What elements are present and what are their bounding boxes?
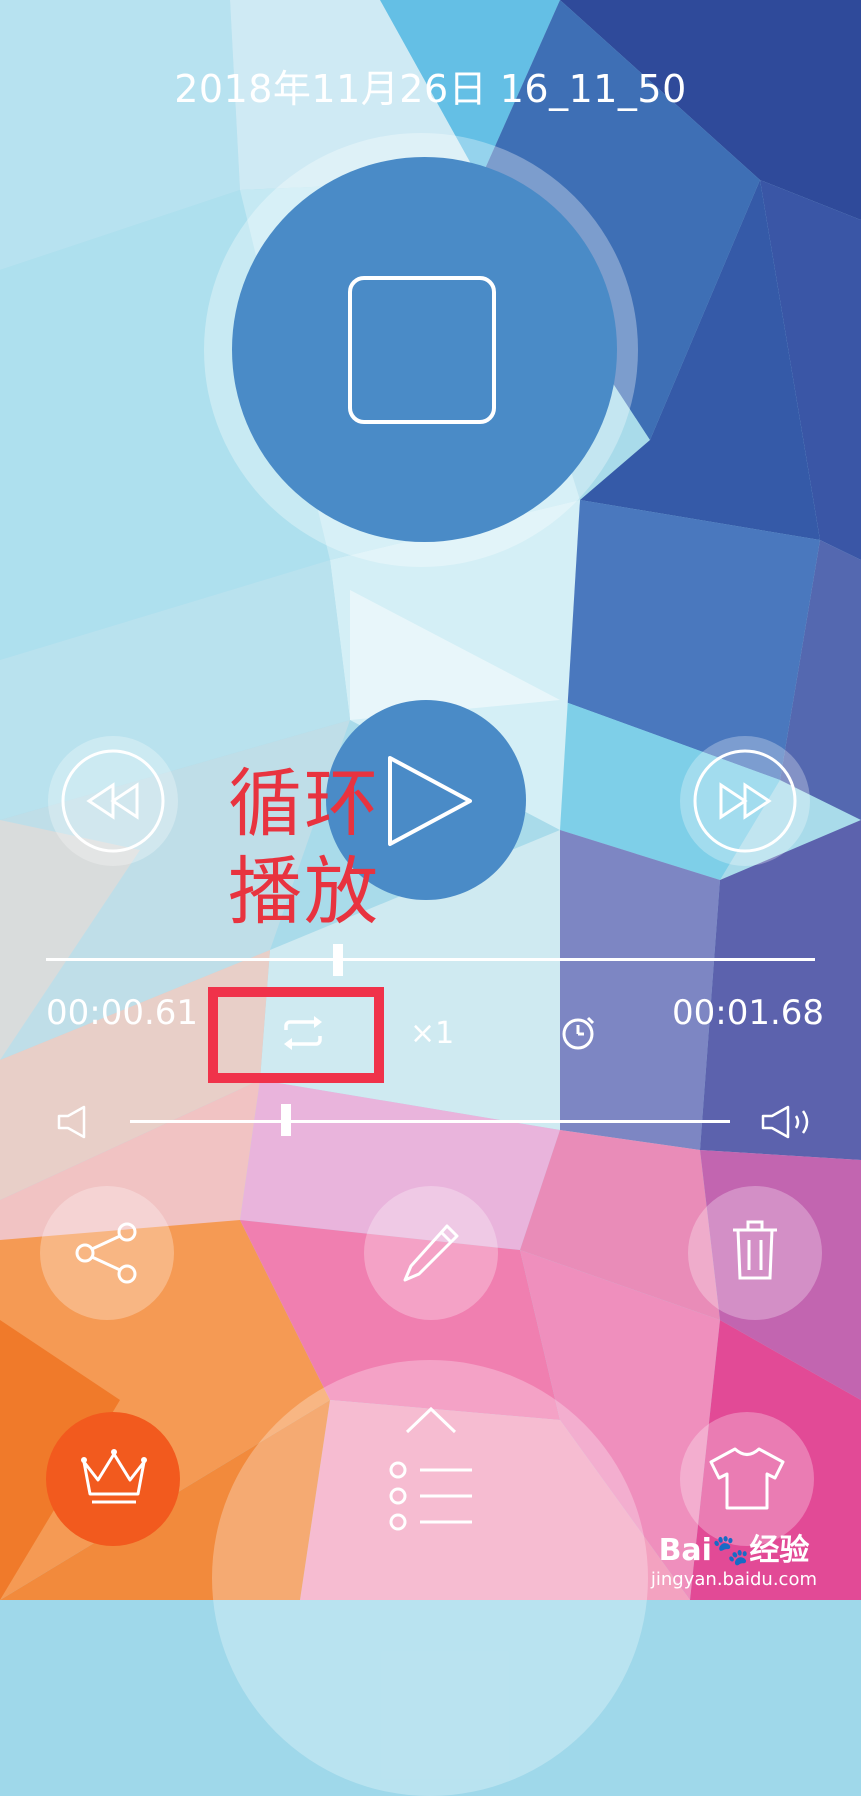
loop-highlight-box (208, 987, 384, 1083)
paw-icon: 🐾 (711, 1533, 750, 1568)
total-time: 00:01.68 (672, 993, 825, 1033)
speaker-low-icon[interactable] (56, 1105, 92, 1139)
vip-button[interactable] (46, 1412, 180, 1546)
progress-track[interactable] (46, 958, 815, 961)
volume-thumb[interactable] (281, 1104, 291, 1136)
play-icon (386, 755, 476, 847)
rewind-icon (59, 747, 167, 855)
volume-track[interactable] (130, 1120, 730, 1123)
pencil-icon (401, 1222, 461, 1284)
fast-forward-icon (691, 747, 799, 855)
stop-square-icon (347, 275, 497, 425)
list-menu-icon[interactable] (388, 1460, 474, 1532)
rewind-button[interactable] (48, 736, 178, 866)
chevron-up-icon[interactable] (404, 1405, 458, 1435)
watermark-url: jingyan.baidu.com (650, 1569, 817, 1590)
tshirt-icon (707, 1446, 787, 1512)
speaker-high-icon[interactable] (760, 1105, 816, 1139)
annotation-line-1: 循环 (228, 761, 380, 847)
share-icon (75, 1222, 139, 1284)
watermark-brand: Bai (658, 1533, 712, 1568)
forward-button[interactable] (680, 736, 810, 866)
timer-icon[interactable] (560, 1012, 596, 1052)
trash-icon (731, 1220, 779, 1282)
elapsed-time: 00:00.61 (46, 993, 199, 1033)
annotation-text: 循环 播放 (228, 760, 388, 936)
watermark: Bai🐾经验 jingyan.baidu.com (651, 1525, 817, 1590)
annotation-line-2: 播放 (228, 849, 380, 935)
recording-title: 2018年11月26日 16_11_50 (174, 67, 687, 111)
progress-thumb[interactable] (333, 944, 344, 976)
speed-button[interactable]: ×1 (410, 1016, 454, 1051)
edit-button[interactable] (364, 1186, 498, 1320)
crown-icon (78, 1448, 150, 1508)
share-button[interactable] (40, 1186, 174, 1320)
watermark-brand-cn: 经验 (749, 1533, 810, 1568)
stop-button[interactable] (232, 157, 617, 542)
delete-button[interactable] (688, 1186, 822, 1320)
